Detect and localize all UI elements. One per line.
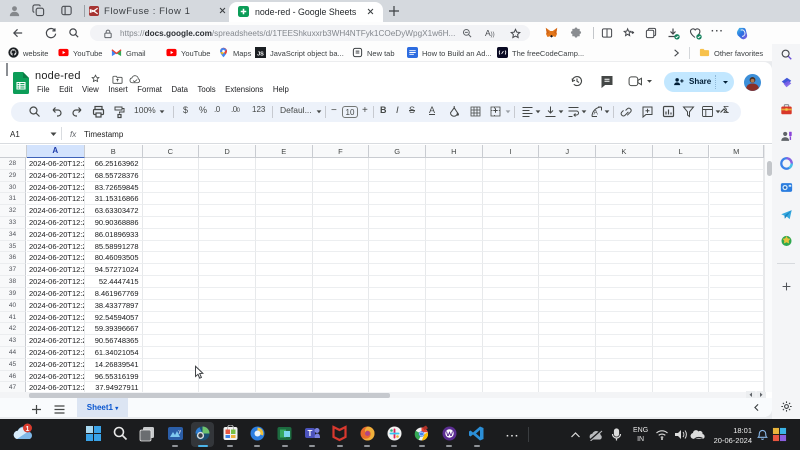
svg-text:JS: JS: [257, 51, 264, 57]
svg-text:1: 1: [26, 426, 30, 433]
svg-text:T: T: [307, 429, 312, 438]
svg-text:A: A: [594, 110, 599, 117]
